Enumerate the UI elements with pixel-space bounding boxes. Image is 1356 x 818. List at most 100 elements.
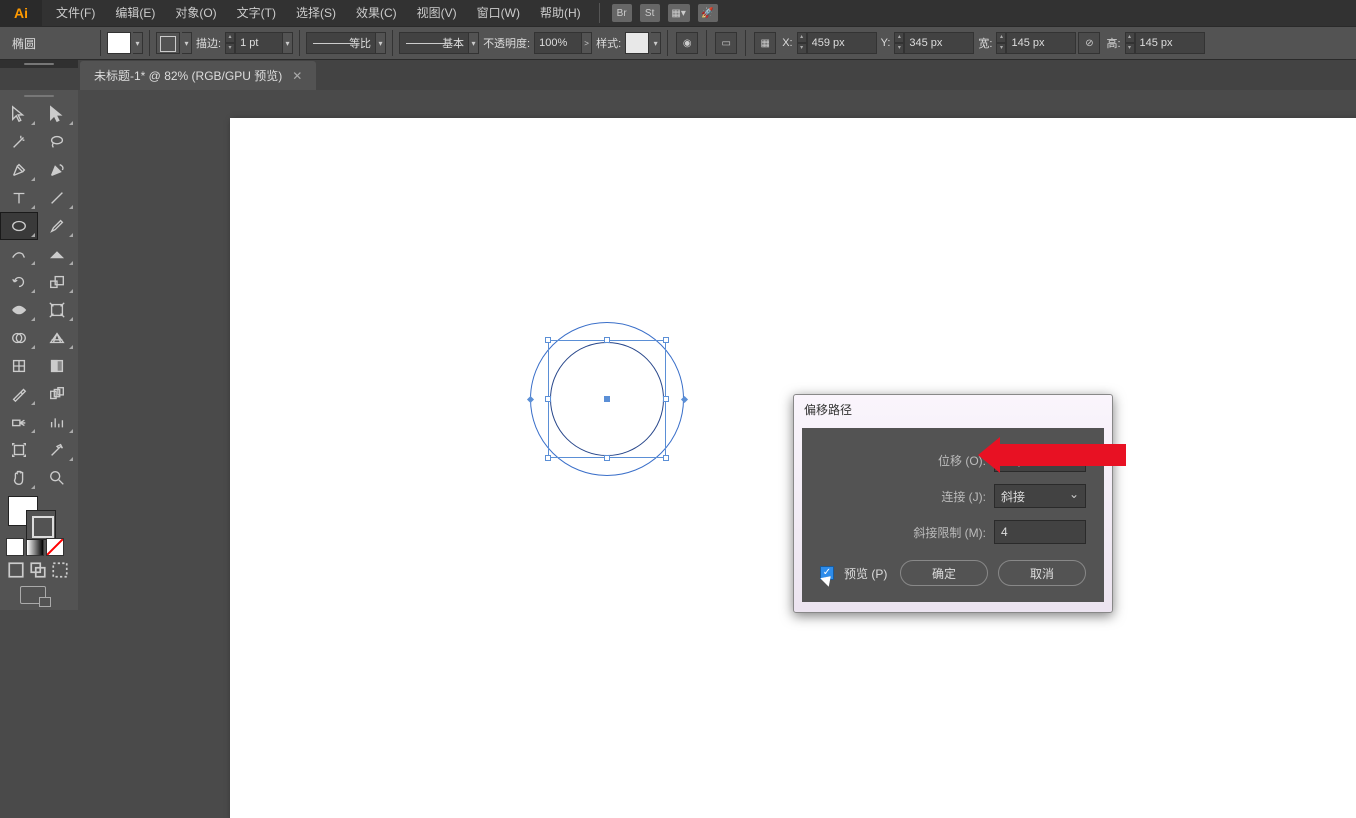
brush-definition[interactable]: 基本 — [399, 32, 469, 54]
stock-icon[interactable]: St — [640, 4, 660, 22]
slice-tool[interactable] — [39, 437, 75, 463]
lasso-tool[interactable] — [39, 129, 75, 155]
handle-nw[interactable] — [545, 337, 551, 343]
y-input[interactable] — [904, 32, 974, 54]
stroke-swatch[interactable] — [156, 32, 180, 54]
x-stepper[interactable]: ▴▾ — [797, 32, 807, 54]
paintbrush-tool[interactable] — [39, 213, 75, 239]
handle-se[interactable] — [663, 455, 669, 461]
stroke-weight-input[interactable] — [235, 32, 283, 54]
free-transform-tool[interactable] — [39, 297, 75, 323]
magic-wand-tool[interactable] — [1, 129, 37, 155]
stroke-color-icon[interactable] — [26, 510, 56, 540]
h-stepper[interactable]: ▴▾ — [1125, 32, 1135, 54]
brush-dropdown[interactable]: ▾ — [469, 32, 479, 54]
screen-mode-icon[interactable] — [20, 586, 46, 604]
mesh-tool[interactable] — [1, 353, 37, 379]
align-icon[interactable]: ▭ — [715, 32, 737, 54]
rotate-tool[interactable] — [1, 269, 37, 295]
menu-object[interactable]: 对象(O) — [165, 0, 226, 26]
miter-limit-input[interactable] — [994, 520, 1086, 544]
menu-effect[interactable]: 效果(C) — [346, 0, 407, 26]
direct-selection-tool[interactable] — [39, 101, 75, 127]
eyedropper-tool[interactable] — [1, 381, 37, 407]
recolor-icon[interactable]: ◉ — [676, 32, 698, 54]
menu-select[interactable]: 选择(S) — [286, 0, 346, 26]
join-select[interactable]: 斜接 — [994, 484, 1086, 508]
canvas-area[interactable] — [78, 90, 1356, 762]
y-stepper[interactable]: ▴▾ — [894, 32, 904, 54]
handle-ne[interactable] — [663, 337, 669, 343]
type-tool[interactable] — [1, 185, 37, 211]
preview-label: 预览 (P) — [844, 565, 890, 582]
menu-view[interactable]: 视图(V) — [407, 0, 467, 26]
stroke-label: 描边: — [196, 35, 221, 51]
graphic-style-dropdown[interactable]: ▾ — [651, 32, 661, 54]
eraser-tool[interactable] — [39, 241, 75, 267]
symbol-sprayer-tool[interactable] — [1, 409, 37, 435]
menu-window[interactable]: 窗口(W) — [467, 0, 530, 26]
opacity-input[interactable] — [534, 32, 582, 54]
app-logo: Ai — [0, 0, 42, 26]
fill-stroke-indicator[interactable] — [0, 492, 78, 536]
selection-tool[interactable] — [1, 101, 37, 127]
close-tab-icon[interactable]: ✕ — [292, 69, 302, 83]
cancel-button[interactable]: 取消 — [998, 560, 1086, 586]
ok-button[interactable]: 确定 — [900, 560, 988, 586]
opacity-dropdown[interactable]: > — [582, 32, 592, 54]
handle-s[interactable] — [604, 455, 610, 461]
stroke-weight-dropdown[interactable]: ▾ — [283, 32, 293, 54]
handle-e[interactable] — [663, 396, 669, 402]
dock-toggle[interactable] — [0, 60, 78, 68]
curvature-tool[interactable] — [39, 157, 75, 183]
menu-file[interactable]: 文件(F) — [46, 0, 105, 26]
gradient-mode-icon[interactable] — [26, 538, 44, 556]
gpu-icon[interactable]: 🚀 — [698, 4, 718, 22]
h-input[interactable] — [1135, 32, 1205, 54]
shaper-tool[interactable] — [1, 241, 37, 267]
handle-w[interactable] — [545, 396, 551, 402]
zoom-tool[interactable] — [39, 465, 75, 491]
scale-tool[interactable] — [39, 269, 75, 295]
menu-help[interactable]: 帮助(H) — [530, 0, 591, 26]
none-mode-icon[interactable] — [46, 538, 64, 556]
annotation-arrow — [1000, 444, 1126, 466]
dialog-title: 偏移路径 — [794, 395, 1112, 424]
variable-width-profile[interactable]: 等比 — [306, 32, 376, 54]
x-input[interactable] — [807, 32, 877, 54]
handle-n[interactable] — [604, 337, 610, 343]
gradient-tool[interactable] — [39, 353, 75, 379]
hand-tool[interactable] — [1, 465, 37, 491]
shape-builder-tool[interactable] — [1, 325, 37, 351]
stroke-swatch-dropdown[interactable]: ▾ — [182, 32, 192, 54]
w-stepper[interactable]: ▴▾ — [996, 32, 1006, 54]
width-tool[interactable] — [1, 297, 37, 323]
ellipse-tool[interactable] — [1, 213, 37, 239]
color-mode-icon[interactable] — [6, 538, 24, 556]
transform-reference-icon[interactable]: ▦ — [754, 32, 776, 54]
handle-sw[interactable] — [545, 455, 551, 461]
column-graph-tool[interactable] — [39, 409, 75, 435]
draw-behind-icon[interactable] — [29, 561, 47, 579]
document-tab[interactable]: 未标题-1* @ 82% (RGB/GPU 预览) ✕ — [80, 61, 316, 90]
blend-tool[interactable] — [39, 381, 75, 407]
document-tab-title: 未标题-1* @ 82% (RGB/GPU 预览) — [94, 67, 282, 84]
fill-swatch-dropdown[interactable]: ▾ — [133, 32, 143, 54]
constrain-proportions-icon[interactable]: ⊘ — [1078, 32, 1100, 54]
menu-type[interactable]: 文字(T) — [227, 0, 286, 26]
fill-swatch[interactable] — [107, 32, 131, 54]
bridge-icon[interactable]: Br — [612, 4, 632, 22]
artboard-tool[interactable] — [1, 437, 37, 463]
draw-inside-icon[interactable] — [51, 561, 69, 579]
arrange-docs-icon[interactable]: ▦▾ — [668, 4, 690, 22]
w-input[interactable] — [1006, 32, 1076, 54]
stroke-weight-stepper[interactable]: ▴▾ — [225, 32, 235, 54]
variable-width-dropdown[interactable]: ▾ — [376, 32, 386, 54]
graphic-style-swatch[interactable] — [625, 32, 649, 54]
toolbox-toggle[interactable] — [0, 92, 78, 100]
line-segment-tool[interactable] — [39, 185, 75, 211]
draw-normal-icon[interactable] — [7, 561, 25, 579]
perspective-grid-tool[interactable] — [39, 325, 75, 351]
menu-edit[interactable]: 编辑(E) — [105, 0, 165, 26]
pen-tool[interactable] — [1, 157, 37, 183]
